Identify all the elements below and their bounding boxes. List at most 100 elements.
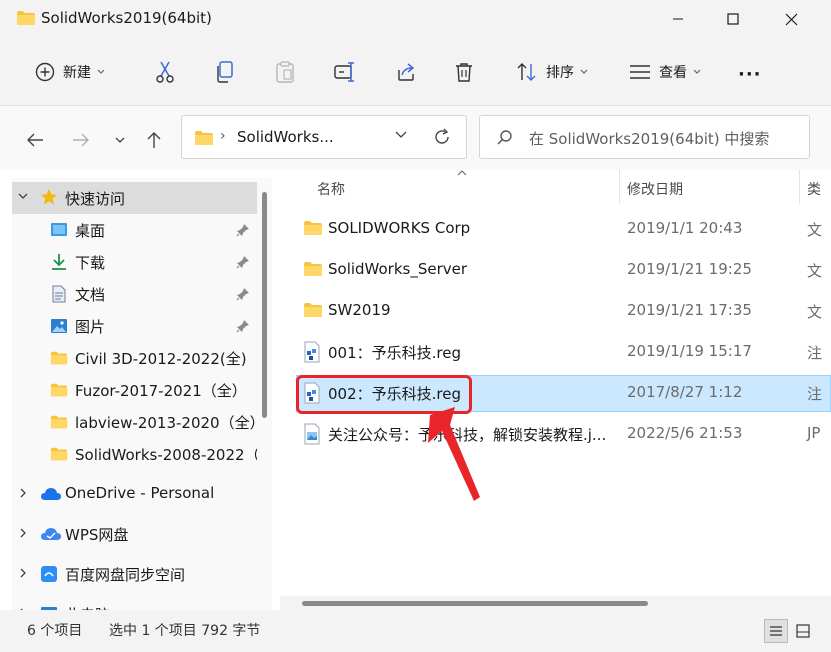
scissors-icon <box>156 61 174 83</box>
pin-icon <box>236 288 249 301</box>
chevron-right-icon <box>20 528 26 538</box>
nav-item-folder[interactable]: Fuzor-2017-2021（全） <box>12 374 258 406</box>
delete-button[interactable] <box>455 54 473 90</box>
nav-wps[interactable]: WPS网盘 <box>12 518 258 550</box>
recent-locations-button[interactable] <box>106 126 134 154</box>
nav-label: labview-2013-2020（全） <box>75 414 265 432</box>
folder-icon <box>17 11 35 25</box>
chevron-right-icon <box>20 488 26 498</box>
up-button[interactable] <box>140 126 168 154</box>
new-label: 新建 <box>63 65 91 81</box>
paste-button[interactable] <box>276 54 294 90</box>
nav-label: Civil 3D-2012-2022(全) <box>75 350 247 368</box>
trash-icon <box>456 63 472 82</box>
nav-item-desktop[interactable]: 桌面 <box>12 214 258 246</box>
pin-icon <box>236 256 249 269</box>
file-type: JP <box>807 424 821 442</box>
nav-item-folder[interactable]: SolidWorks-2008-2022（ <box>12 438 260 470</box>
column-header-type[interactable]: 类 <box>807 179 821 199</box>
nav-label: WPS网盘 <box>65 526 129 544</box>
star-icon <box>40 188 58 205</box>
column-header-date[interactable]: 修改日期 <box>627 179 683 199</box>
file-row[interactable]: SOLIDWORKS Corp 2019/1/1 20:43 文 <box>296 211 831 248</box>
minimize-icon <box>673 18 683 20</box>
back-button[interactable] <box>21 126 49 154</box>
file-type: 注 <box>807 344 823 362</box>
new-button[interactable]: 新建 <box>35 54 105 90</box>
minimize-button[interactable] <box>649 0 707 38</box>
nav-label: 快速访问 <box>65 190 126 208</box>
refresh-icon[interactable] <box>432 127 452 147</box>
horizontal-scrollbar-thumb[interactable] <box>302 601 648 606</box>
column-divider[interactable] <box>799 170 800 204</box>
search-input[interactable]: 在 SolidWorks2019(64bit) 中搜索 <box>479 115 810 159</box>
registry-icon <box>304 341 320 363</box>
nav-quick-access[interactable]: 快速访问 <box>12 182 258 214</box>
annotation-arrow-icon <box>428 407 480 501</box>
view-list-icon <box>630 65 650 79</box>
file-row[interactable]: 关注公众号：予乐科技，解锁安装教程.j... 2022/5/6 21:53 JP <box>296 416 831 453</box>
file-row[interactable]: 001：予乐科技.reg 2019/1/19 15:17 注 <box>296 334 831 371</box>
document-icon <box>52 285 66 303</box>
close-icon <box>785 13 797 25</box>
file-type: 文 <box>807 303 823 321</box>
file-row[interactable]: SolidWorks_Server 2019/1/21 19:25 文 <box>296 252 831 289</box>
nav-baidu[interactable]: 百度网盘同步空间 <box>12 558 258 590</box>
chevron-down-icon <box>97 69 105 74</box>
cut-button[interactable] <box>155 54 175 90</box>
status-bar: 6 个项目 选中 1 个项目 792 字节 <box>0 610 831 652</box>
copy-icon <box>217 61 233 83</box>
nav-item-documents[interactable]: 文档 <box>12 278 258 310</box>
navigation-pane: 快速访问 桌面 下载 文档 图片 Civil 3D-2012-2022(全) F… <box>12 178 272 618</box>
cloud-icon <box>41 488 61 500</box>
nav-label: OneDrive - Personal <box>65 484 215 502</box>
sort-label: 排序 <box>546 65 574 81</box>
folder-icon <box>195 131 213 145</box>
file-date: 2022/5/6 21:53 <box>627 424 743 442</box>
details-view-button[interactable] <box>764 619 788 643</box>
pin-icon <box>236 224 249 237</box>
arrow-up-icon <box>147 132 161 148</box>
paste-icon <box>276 61 294 83</box>
desktop-icon <box>51 223 67 236</box>
forward-button[interactable] <box>67 126 95 154</box>
nav-label: 百度网盘同步空间 <box>65 566 186 584</box>
view-label: 查看 <box>659 65 687 81</box>
nav-scrollbar-thumb[interactable] <box>262 192 267 418</box>
file-row[interactable]: SW2019 2019/1/21 17:35 文 <box>296 293 831 330</box>
tiles-view-button[interactable] <box>791 619 815 643</box>
chevron-down-icon[interactable] <box>395 131 407 139</box>
arrow-left-icon <box>27 133 43 147</box>
pin-icon <box>236 320 249 333</box>
share-button[interactable] <box>396 54 416 90</box>
chevron-right-icon <box>20 568 26 578</box>
close-button[interactable] <box>762 0 820 38</box>
folder-icon <box>304 262 322 276</box>
image-file-icon <box>304 423 320 445</box>
folder-icon <box>50 351 68 365</box>
nav-item-folder[interactable]: labview-2013-2020（全） <box>12 406 265 438</box>
nav-item-pictures[interactable]: 图片 <box>12 310 258 342</box>
column-divider[interactable] <box>619 170 620 204</box>
view-button[interactable]: 查看 <box>629 54 701 90</box>
rename-button[interactable] <box>334 54 356 90</box>
maximize-button[interactable] <box>704 0 762 38</box>
file-type: 文 <box>807 262 823 280</box>
file-name: SW2019 <box>328 301 391 319</box>
plus-circle-icon <box>35 62 55 82</box>
file-date: 2019/1/1 20:43 <box>627 219 743 237</box>
download-icon <box>52 254 66 270</box>
nav-onedrive[interactable]: OneDrive - Personal <box>12 478 258 510</box>
nav-item-downloads[interactable]: 下载 <box>12 246 258 278</box>
more-options-button[interactable]: ··· <box>738 56 762 92</box>
file-date: 2019/1/21 19:25 <box>627 260 752 278</box>
nav-label: 文档 <box>75 286 106 304</box>
copy-button[interactable] <box>216 54 234 90</box>
sort-button[interactable]: 排序 <box>516 54 588 90</box>
search-placeholder: 在 SolidWorks2019(64bit) 中搜索 <box>529 130 770 148</box>
nav-item-folder[interactable]: Civil 3D-2012-2022(全) <box>12 342 258 374</box>
address-box[interactable]: › SolidWorks... <box>181 115 467 159</box>
column-header-name[interactable]: 名称 <box>317 179 345 199</box>
breadcrumb-separator: › <box>220 128 226 144</box>
breadcrumb[interactable]: SolidWorks... <box>237 128 334 146</box>
